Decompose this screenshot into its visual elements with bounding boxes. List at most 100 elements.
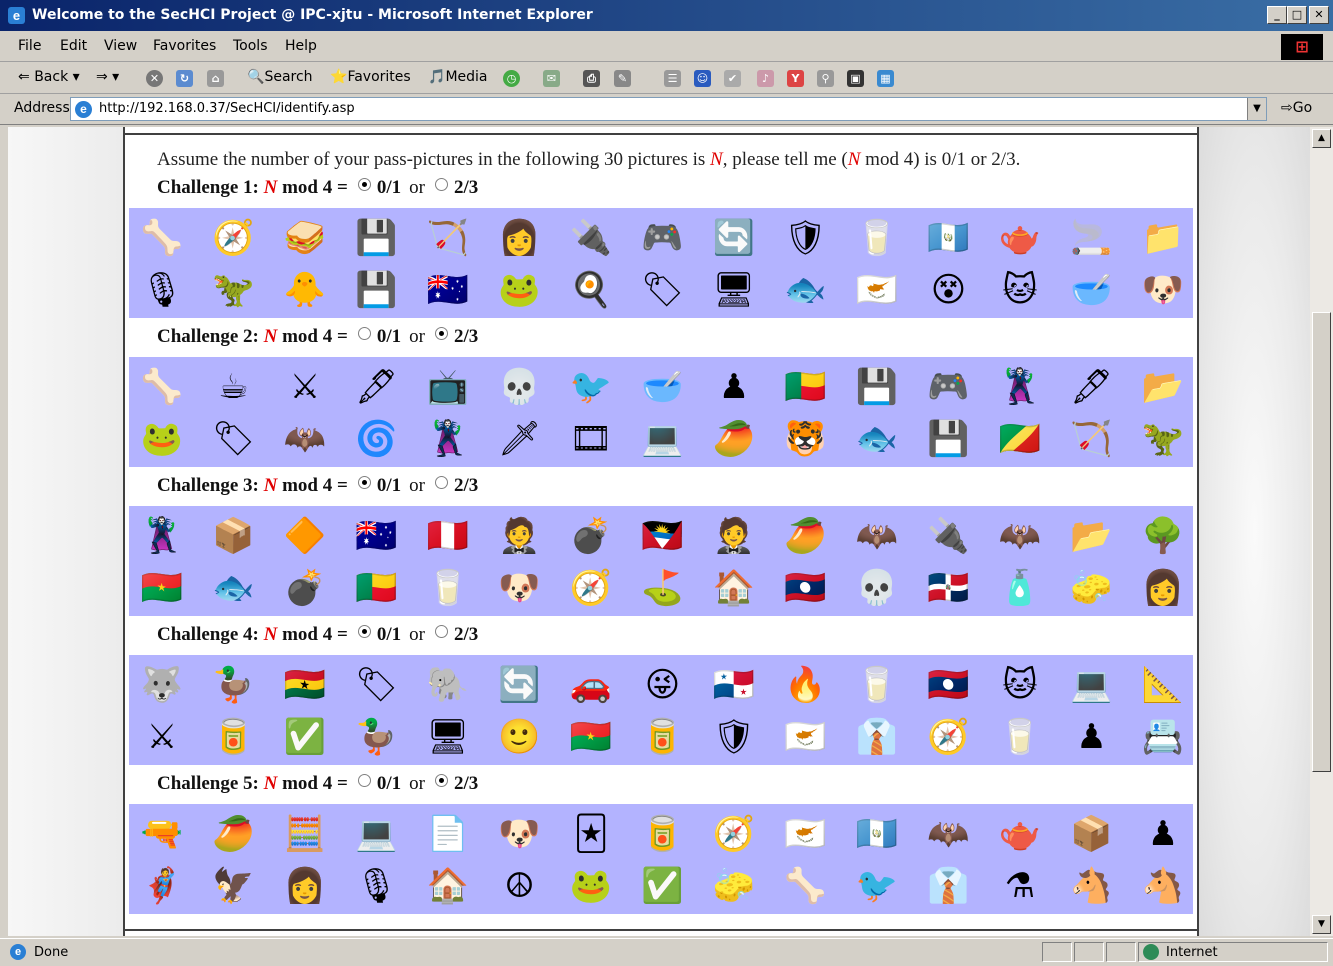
or-label: or bbox=[409, 624, 425, 645]
radio-2-3[interactable] bbox=[434, 178, 448, 191]
picture-row: 🐺 🦆 🇬🇭 🏷 🐘 🔄 🚗 😜 🇵🇦 🔥 🥛 🇱🇦 🐱 💻 📐 bbox=[129, 659, 1193, 711]
right-background bbox=[1199, 127, 1310, 936]
pass-picture: 🧽 bbox=[1070, 568, 1113, 608]
pass-picture: 🥣 bbox=[641, 367, 684, 407]
minimize-button[interactable]: _ bbox=[1267, 6, 1287, 24]
favorites-label: Favorites bbox=[347, 69, 411, 85]
instruction-text: Assume the number of your pass-pictures … bbox=[157, 149, 1020, 171]
picture-row: 🦴 ☕ ⚔ 🖋 📺 💀 🐦 🥣 ♟ 🇧🇯 💾 🎮 🦹 🖋 📂 bbox=[129, 361, 1193, 413]
bluetooth-icon[interactable]: ♪ bbox=[757, 70, 774, 87]
pass-picture: 🧮 bbox=[283, 814, 327, 854]
mail-icon[interactable]: ✉ bbox=[543, 70, 560, 87]
screen-icon[interactable]: ▦ bbox=[877, 70, 894, 87]
instruction-variable: N bbox=[710, 149, 723, 170]
forward-button[interactable]: ⇒ ▾ bbox=[96, 69, 119, 85]
address-url[interactable]: http://192.168.0.37/SecHCI/identify.asp bbox=[99, 101, 355, 116]
history-icon[interactable]: ◷ bbox=[503, 70, 520, 87]
media-button[interactable]: 🎵Media bbox=[428, 69, 488, 85]
pass-picture: 🫖 bbox=[998, 814, 1042, 854]
pass-picture: 👩 bbox=[283, 866, 327, 906]
status-cell bbox=[1042, 942, 1072, 962]
radio-2-3[interactable] bbox=[434, 327, 448, 340]
address-label: Address bbox=[14, 100, 70, 116]
page-status-icon: e bbox=[10, 944, 26, 960]
menu-bar: File Edit View Favorites Tools Help ⊞ bbox=[0, 31, 1333, 62]
address-input[interactable]: e http://192.168.0.37/SecHCI/identify.as… bbox=[70, 97, 1267, 121]
radio-0-1[interactable] bbox=[357, 476, 371, 489]
pass-picture: 🐴 bbox=[1141, 866, 1185, 906]
challenge-label: Challenge 4: bbox=[157, 624, 259, 645]
menu-file[interactable]: File bbox=[18, 38, 41, 54]
pass-picture: 🥛 bbox=[855, 218, 899, 258]
research-icon[interactable]: ✔ bbox=[724, 70, 741, 87]
instruction-part: mod 4) is 0/1 or 2/3. bbox=[860, 149, 1021, 170]
pass-picture: 🦖 bbox=[1141, 419, 1185, 459]
pass-picture: 🦴 bbox=[784, 866, 827, 906]
go-button[interactable]: ⇨Go bbox=[1281, 100, 1312, 116]
menu-help[interactable]: Help bbox=[285, 38, 317, 54]
menu-tools[interactable]: Tools bbox=[233, 38, 268, 54]
radio-0-1[interactable] bbox=[357, 625, 371, 638]
pass-picture: 🔄 bbox=[712, 218, 756, 258]
challenge-3-pictures: 🦹 📦 🔶 🇦🇺 🇵🇪 🤵 💣 🇦🇬 🤵 🥭 🦇 🔌 🦇 📂 🌳 🇧🇫 🐟 💣 🇧🇯 🥛 🐶 🧭 ⛳ 🏠 🇱🇦 💀 🇩🇴 🧴 🧽 👩 bbox=[129, 506, 1193, 616]
radio-2-3[interactable] bbox=[434, 476, 448, 489]
pass-picture: 🌳 bbox=[1141, 516, 1185, 556]
pass-picture: 🧭 bbox=[712, 814, 756, 854]
pass-picture: 🔫 bbox=[140, 814, 184, 854]
pass-picture: 🐟 bbox=[212, 568, 255, 608]
pass-picture: ♟ bbox=[1147, 814, 1179, 854]
radio-0-1[interactable] bbox=[357, 327, 371, 340]
refresh-icon[interactable]: ↻ bbox=[176, 70, 193, 87]
search-button[interactable]: 🔍Search bbox=[247, 69, 313, 85]
pass-picture: ⚔ bbox=[289, 367, 321, 407]
option-2-3-label: 2/3 bbox=[453, 326, 479, 347]
pass-picture: 🦹 bbox=[998, 367, 1042, 407]
challenge-1-pictures: 🦴 🧭 🥪 💾 🏹 👩 🔌 🎮 🔄 🛡 🥛 🇬🇹 🫖 🚬 📁 🎙 🦖 🐥 💾 🇦🇺 🐸 🍳 🏷 🖥 🐟 🇨🇾 😵 🐱 🥣 🐶 bbox=[129, 208, 1193, 318]
scroll-down-icon[interactable]: ▼ bbox=[1312, 915, 1331, 934]
pass-picture: 🥫 bbox=[641, 814, 684, 854]
radio-2-3[interactable] bbox=[434, 625, 448, 638]
scroll-thumb[interactable] bbox=[1312, 312, 1331, 772]
home-icon[interactable]: ⌂ bbox=[207, 70, 224, 87]
pass-picture: 🗡 bbox=[497, 419, 542, 459]
pass-picture: 🧭 bbox=[212, 218, 255, 258]
radio-2-3[interactable] bbox=[434, 774, 448, 787]
menu-favorites[interactable]: Favorites bbox=[153, 38, 216, 54]
tool-icon[interactable]: Y bbox=[787, 70, 804, 87]
window-icon[interactable]: ▣ bbox=[847, 70, 864, 87]
pass-picture: 🏹 bbox=[1070, 419, 1113, 459]
radio-0-1[interactable] bbox=[357, 774, 371, 787]
back-button[interactable]: ⇐ Back ▾ bbox=[18, 69, 80, 85]
favorites-button[interactable]: ⭐Favorites bbox=[330, 69, 411, 85]
print-icon[interactable]: ⎙ bbox=[583, 70, 600, 87]
radio-0-1[interactable] bbox=[357, 178, 371, 191]
close-button[interactable]: ✕ bbox=[1309, 6, 1329, 24]
messenger-icon[interactable]: ☺ bbox=[694, 70, 711, 87]
edit-icon[interactable]: ✎ bbox=[614, 70, 631, 87]
challenge-variable: N bbox=[263, 326, 278, 347]
pass-picture: 🦇 bbox=[855, 516, 899, 556]
address-dropdown-icon[interactable]: ▼ bbox=[1247, 98, 1266, 120]
pen-icon[interactable]: ⚲ bbox=[817, 70, 834, 87]
maximize-button[interactable]: □ bbox=[1287, 6, 1307, 24]
pass-picture: 🖥 bbox=[712, 270, 756, 310]
pass-picture: 🐟 bbox=[784, 270, 827, 310]
pass-picture: 🐸 bbox=[569, 866, 613, 906]
discuss-icon[interactable]: ☰ bbox=[664, 70, 681, 87]
pass-picture: 🔄 bbox=[498, 665, 541, 705]
stop-icon[interactable]: ✕ bbox=[146, 70, 163, 87]
pass-picture: 📂 bbox=[1070, 516, 1113, 556]
instruction-part: Assume the number of your pass-pictures … bbox=[157, 149, 711, 170]
menu-view[interactable]: View bbox=[104, 38, 137, 54]
toolbar: ⇐ Back ▾ ⇒ ▾ ✕ ↻ ⌂ 🔍Search ⭐Favorites 🎵M… bbox=[0, 62, 1333, 94]
windows-logo-icon: ⊞ bbox=[1281, 34, 1323, 60]
challenge-label: Challenge 1: bbox=[157, 177, 259, 198]
pass-picture: 🐶 bbox=[498, 814, 541, 854]
scroll-up-icon[interactable]: ▲ bbox=[1312, 129, 1331, 148]
pass-picture: 💻 bbox=[1070, 665, 1113, 705]
vertical-scrollbar[interactable]: ▲ ▼ bbox=[1310, 127, 1333, 936]
pass-picture: 🖥 bbox=[426, 717, 470, 757]
pass-picture: 🐦 bbox=[569, 367, 613, 407]
pass-picture: 🧴 bbox=[998, 568, 1042, 608]
menu-edit[interactable]: Edit bbox=[60, 38, 87, 54]
